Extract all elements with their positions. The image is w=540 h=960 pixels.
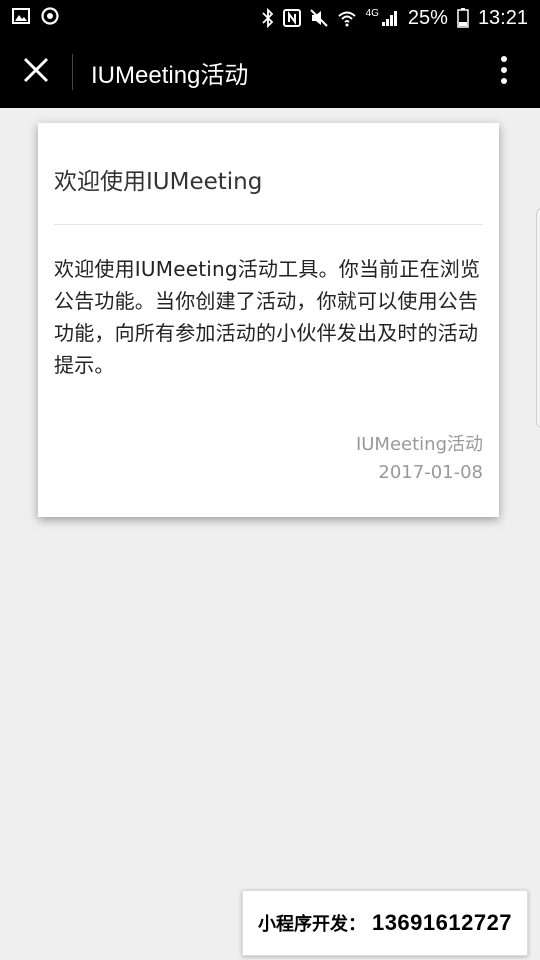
card-divider [54,224,483,225]
announcement-card[interactable]: 欢迎使用IUMeeting 欢迎使用IUMeeting活动工具。你当前正在浏览公… [38,123,499,517]
more-vert-icon [500,55,508,89]
sync-icon [40,6,60,30]
nfc-icon [282,9,301,27]
app-bar-divider [72,54,73,90]
announcement-date: 2017-01-08 [378,462,483,483]
image-icon [12,8,30,28]
bluetooth-icon [261,8,274,28]
network-type: 4G [365,8,379,19]
battery-percent: 25% [407,6,448,29]
app-bar: IUMeeting活动 [0,36,540,108]
more-options-button[interactable] [468,36,540,108]
promo-label: 小程序开发： [257,914,366,935]
page-title: IUMeeting活动 [91,61,249,89]
mute-icon [309,9,328,27]
announcement-author: IUMeeting活动 [355,434,483,455]
next-card-peek[interactable] [536,208,540,428]
announcement-list[interactable]: 欢迎使用IUMeeting 欢迎使用IUMeeting活动工具。你当前正在浏览公… [0,108,540,960]
signal-icon: 4G [366,9,399,27]
close-button[interactable] [0,36,72,108]
status-bar: 4G 25% 13:21 [0,0,540,36]
promo-phone: 13691612727 [371,910,513,935]
wifi-icon [337,9,357,27]
announcement-meta: IUMeeting活动 2017-01-08 [356,431,483,487]
battery-icon [457,8,469,28]
close-icon [23,57,49,87]
promo-banner: 小程序开发： 13691612727 [242,890,528,956]
announcement-title: 欢迎使用IUMeeting [54,169,263,195]
announcement-body: 欢迎使用IUMeeting活动工具。你当前正在浏览公告功能。当你创建了活动，你就… [54,257,481,377]
clock: 13:21 [477,6,528,29]
